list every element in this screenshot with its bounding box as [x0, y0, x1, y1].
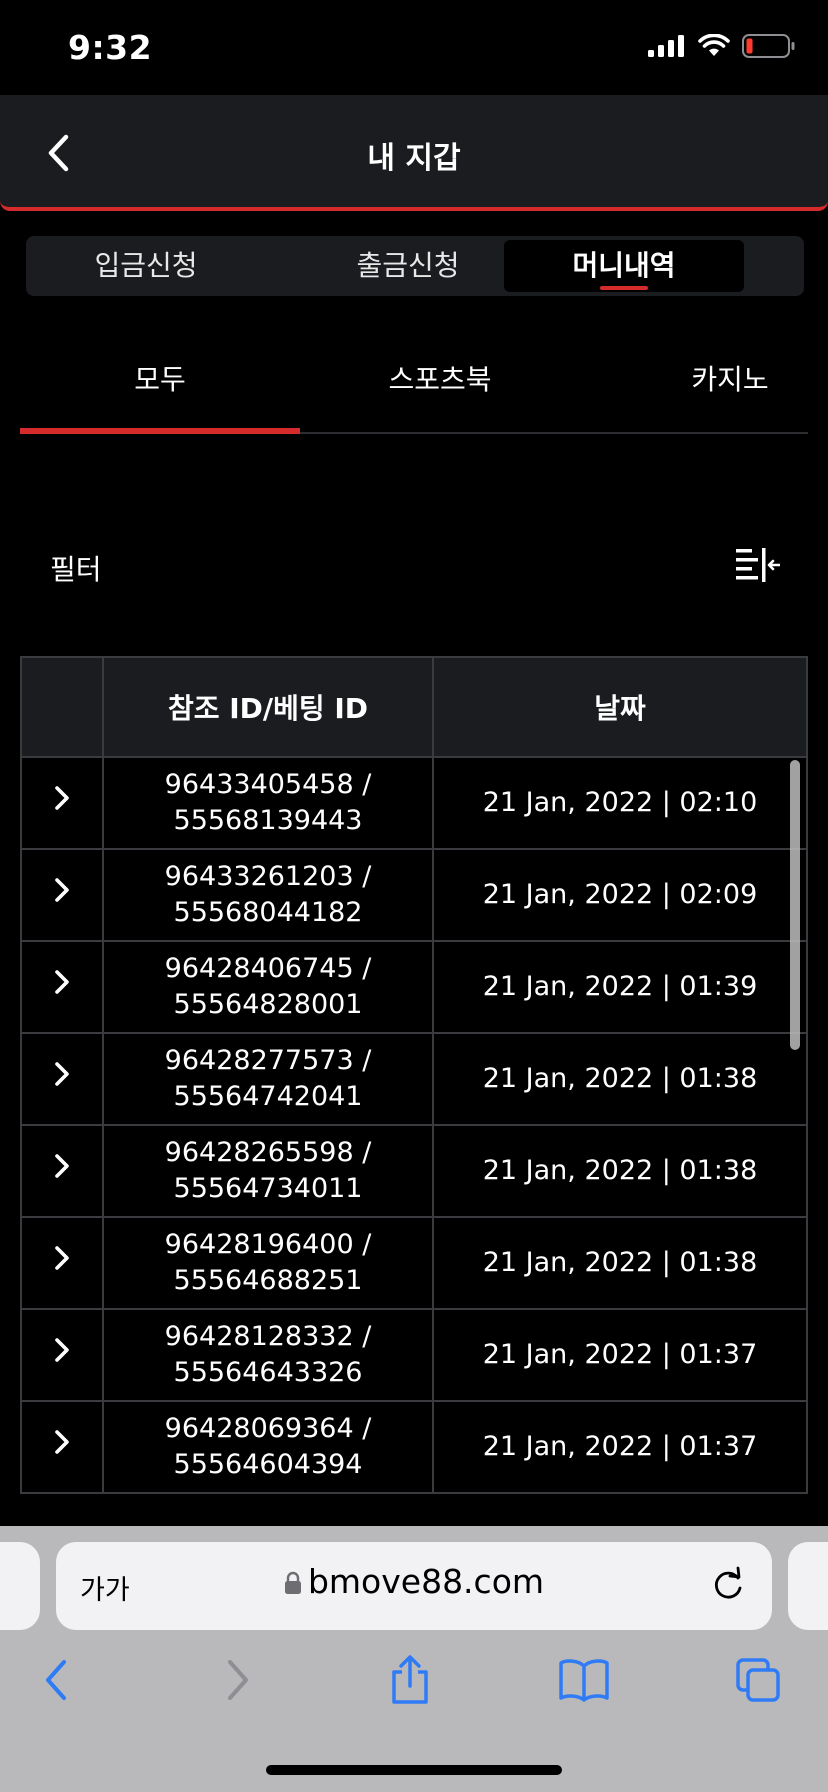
bet-id: 55564734011 — [173, 1173, 363, 1204]
active-tab-indicator — [600, 286, 648, 290]
status-bar: 9:32 — [0, 0, 828, 95]
wallet-segment-tabs: 입금신청 출금신청 머니내역 — [26, 236, 804, 296]
previous-tab-preview[interactable] — [0, 1542, 40, 1630]
date-cell: 21 Jan, 2022 | 02:09 — [432, 848, 808, 942]
row-expand-cell[interactable] — [20, 1400, 104, 1494]
table-row[interactable]: 96433405458 / 55568139443 21 Jan, 2022 | 0… — [20, 756, 808, 850]
bet-id: 55568139443 — [173, 805, 363, 836]
share-button[interactable] — [386, 1654, 434, 1706]
home-indicator — [266, 1765, 562, 1775]
active-category-indicator — [20, 428, 300, 434]
category-tabs: 모두 스포츠북 카지노 — [20, 330, 808, 434]
table-row[interactable]: 96428069364 / 55564604394 21 Jan, 2022 | 0… — [20, 1400, 808, 1494]
url-text: bmove88.com — [307, 1562, 545, 1601]
ref-id: 96428196400 / — [164, 1229, 372, 1260]
bet-id: 55564688251 — [173, 1265, 363, 1296]
ref-bet-id-cell: 96428069364 / 55564604394 — [102, 1400, 434, 1494]
table-row[interactable]: 96428406745 / 55564828001 21 Jan, 2022 | 0… — [20, 940, 808, 1034]
row-expand-cell[interactable] — [20, 1032, 104, 1126]
filter-label[interactable]: 필터 — [50, 548, 102, 588]
wifi-icon — [698, 34, 730, 56]
chevron-right-icon[interactable] — [51, 876, 73, 904]
ref-bet-id-cell: 96428277573 / 55564742041 — [102, 1032, 434, 1126]
ref-id: 96428069364 / — [164, 1413, 372, 1444]
ref-id: 96428406745 / — [164, 953, 372, 984]
table-scrollbar[interactable] — [790, 760, 800, 1050]
ref-bet-id-cell: 96428128332 / 55564643326 — [102, 1308, 434, 1402]
date-cell: 21 Jan, 2022 | 01:38 — [432, 1032, 808, 1126]
date-cell: 21 Jan, 2022 | 01:39 — [432, 940, 808, 1034]
tabs-button[interactable] — [734, 1654, 782, 1706]
date-cell: 21 Jan, 2022 | 01:38 — [432, 1216, 808, 1310]
tab-withdraw-request[interactable]: 출금신청 — [292, 240, 524, 292]
row-expand-cell[interactable] — [20, 1124, 104, 1218]
status-icons — [648, 34, 796, 58]
bet-id: 55564742041 — [173, 1081, 363, 1112]
ref-bet-id-cell: 96433261203 / 55568044182 — [102, 848, 434, 942]
history-table[interactable]: 참조 ID/베팅 ID 날짜 96433405458 / 55568139443 2… — [20, 656, 808, 1504]
chevron-right-icon[interactable] — [51, 1336, 73, 1364]
cellular-signal-icon — [648, 35, 684, 57]
row-expand-cell[interactable] — [20, 756, 104, 850]
tab-money-history-label: 머니내역 — [572, 249, 676, 282]
ref-bet-id-cell: 96428265598 / 55564734011 — [102, 1124, 434, 1218]
tab-all[interactable]: 모두 — [20, 358, 300, 398]
browser-forward-button[interactable] — [212, 1654, 260, 1706]
date-column-header: 날짜 — [432, 656, 808, 758]
chevron-right-icon[interactable] — [51, 1152, 73, 1180]
chevron-right-icon[interactable] — [51, 784, 73, 812]
tab-deposit-request[interactable]: 입금신청 — [30, 240, 262, 292]
chevron-right-icon[interactable] — [51, 968, 73, 996]
lock-icon — [284, 1571, 301, 1594]
page-title: 내 지갑 — [367, 141, 461, 176]
bookmarks-button[interactable] — [558, 1654, 610, 1706]
battery-icon — [742, 34, 795, 58]
url-display[interactable]: bmove88.com — [56, 1562, 772, 1601]
reload-icon[interactable] — [710, 1564, 746, 1604]
row-expand-cell[interactable] — [20, 1216, 104, 1310]
app-header: 내 지갑 — [0, 95, 828, 211]
chevron-right-icon[interactable] — [51, 1244, 73, 1272]
row-expand-cell[interactable] — [20, 848, 104, 942]
filter-sort-icon[interactable] — [736, 546, 780, 586]
browser-back-button[interactable] — [34, 1654, 82, 1706]
next-tab-preview[interactable] — [788, 1542, 828, 1630]
ref-bet-id-cell: 96433405458 / 55568139443 — [102, 756, 434, 850]
table-row[interactable]: 96428265598 / 55564734011 21 Jan, 2022 | 0… — [20, 1124, 808, 1218]
tab-money-history[interactable]: 머니내역 — [504, 240, 744, 292]
bet-id: 55564643326 — [173, 1357, 363, 1388]
date-cell: 21 Jan, 2022 | 02:10 — [432, 756, 808, 850]
chevron-right-icon[interactable] — [51, 1060, 73, 1088]
ref-bet-id-cell: 96428196400 / 55564688251 — [102, 1216, 434, 1310]
row-expand-cell[interactable] — [20, 1308, 104, 1402]
row-expand-cell[interactable] — [20, 940, 104, 1034]
table-row[interactable]: 96428277573 / 55564742041 21 Jan, 2022 | 0… — [20, 1032, 808, 1126]
date-cell: 21 Jan, 2022 | 01:37 — [432, 1400, 808, 1494]
chevron-right-icon[interactable] — [51, 1428, 73, 1456]
ref-id: 96433405458 / — [164, 769, 372, 800]
ref-id: 96428128332 / — [164, 1321, 372, 1352]
table-row[interactable]: 96428196400 / 55564688251 21 Jan, 2022 | 0… — [20, 1216, 808, 1310]
ref-id: 96428265598 / — [164, 1137, 372, 1168]
ref-id: 96433261203 / — [164, 861, 372, 892]
table-row[interactable]: 96428128332 / 55564643326 21 Jan, 2022 | 0… — [20, 1308, 808, 1402]
date-cell: 21 Jan, 2022 | 01:37 — [432, 1308, 808, 1402]
ref-id-column-header: 참조 ID/베팅 ID — [102, 656, 434, 758]
table-header-row: 참조 ID/베팅 ID 날짜 — [20, 656, 808, 758]
tab-casino[interactable]: 카지노 — [620, 358, 828, 398]
ref-id: 96428277573 / — [164, 1045, 372, 1076]
table-row[interactable]: 96433261203 / 55568044182 21 Jan, 2022 | 0… — [20, 848, 808, 942]
address-bar[interactable]: 가가 bmove88.com — [56, 1542, 772, 1630]
bet-id: 55568044182 — [173, 897, 363, 928]
bet-id: 55564828001 — [173, 989, 363, 1020]
date-cell: 21 Jan, 2022 | 01:38 — [432, 1124, 808, 1218]
expand-column-header — [20, 656, 104, 758]
tab-sportsbook[interactable]: 스포츠북 — [310, 358, 570, 398]
ref-bet-id-cell: 96428406745 / 55564828001 — [102, 940, 434, 1034]
bet-id: 55564604394 — [173, 1449, 363, 1480]
status-time: 9:32 — [68, 28, 153, 67]
